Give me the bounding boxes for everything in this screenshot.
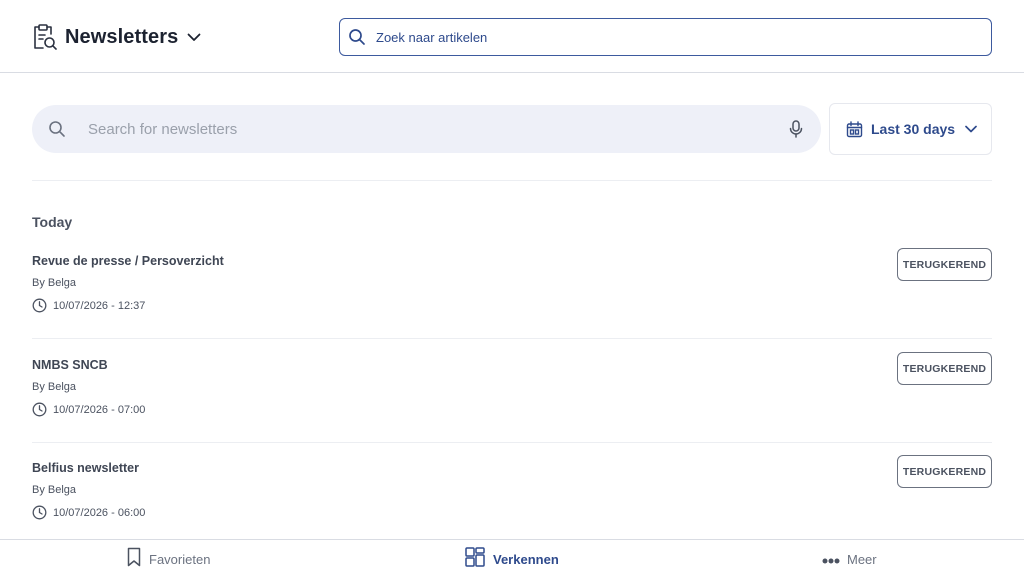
- newsletter-author: By Belga: [32, 381, 77, 393]
- newsletters-menu-button[interactable]: Newsletters: [31, 22, 202, 52]
- newsletter-datetime-text: 10/07/2026 - 07:00: [53, 403, 146, 416]
- bookmark-icon: [127, 547, 141, 572]
- search-icon: [48, 120, 66, 138]
- nav-label: Meer: [847, 552, 877, 567]
- nav-meer[interactable]: Meer: [822, 540, 877, 578]
- article-search-box[interactable]: [339, 18, 992, 56]
- microphone-icon[interactable]: [788, 120, 804, 138]
- clock-icon: [32, 505, 47, 520]
- newsletter-datetime-text: 10/07/2026 - 12:37: [53, 299, 146, 312]
- clipboard-search-icon: [31, 23, 57, 51]
- calendar-icon: [846, 120, 863, 138]
- newsletter-datetime-text: 10/07/2026 - 06:00: [53, 506, 146, 519]
- recurring-badge[interactable]: TERUGKEREND: [897, 455, 992, 488]
- nav-verkennen[interactable]: Verkennen: [465, 540, 559, 578]
- newsletter-author: By Belga: [32, 277, 77, 289]
- newsletter-datetime: 10/07/2026 - 12:37: [32, 298, 145, 313]
- nav-favorieten[interactable]: Favorieten: [127, 540, 210, 578]
- search-icon: [348, 28, 366, 46]
- newsletter-title: Belfius newsletter: [32, 461, 139, 475]
- section-heading-today: Today: [32, 214, 73, 230]
- chevron-down-icon: [186, 29, 202, 45]
- article-search-input[interactable]: [376, 29, 956, 45]
- chevron-down-icon: [964, 122, 978, 136]
- newsletter-author: By Belga: [32, 484, 77, 496]
- divider: [32, 338, 992, 339]
- page-title: Newsletters: [65, 25, 179, 48]
- recurring-badge[interactable]: TERUGKEREND: [897, 248, 992, 281]
- newsletter-title: Revue de presse / Persoverzicht: [32, 254, 224, 268]
- recurring-badge[interactable]: TERUGKEREND: [897, 352, 992, 385]
- date-range-dropdown[interactable]: Last 30 days: [829, 103, 992, 155]
- newsletter-item[interactable]: NMBS SNCB By Belga 10/07/2026 - 07:00 TE…: [32, 352, 992, 438]
- date-range-label: Last 30 days: [871, 121, 956, 137]
- clock-icon: [32, 402, 47, 417]
- newsletter-search-input[interactable]: [88, 120, 748, 138]
- newsletter-datetime: 10/07/2026 - 06:00: [32, 505, 145, 520]
- newsletter-item[interactable]: Revue de presse / Persoverzicht By Belga…: [32, 248, 992, 334]
- newsletter-title: NMBS SNCB: [32, 358, 108, 372]
- clock-icon: [32, 298, 47, 313]
- divider: [32, 442, 992, 443]
- newsletter-item[interactable]: Belfius newsletter By Belga 10/07/2026 -…: [32, 455, 992, 541]
- nav-label: Verkennen: [493, 552, 559, 567]
- explore-grid-icon: [465, 547, 485, 572]
- more-dots-icon: [822, 551, 840, 569]
- app-header: Newsletters: [0, 0, 1024, 73]
- nav-label: Favorieten: [149, 552, 211, 567]
- newsletter-search-box[interactable]: [32, 105, 821, 153]
- newsletter-datetime: 10/07/2026 - 07:00: [32, 402, 145, 417]
- divider: [32, 180, 992, 181]
- bottom-navigation: Favorieten Verkennen Meer: [0, 539, 1024, 578]
